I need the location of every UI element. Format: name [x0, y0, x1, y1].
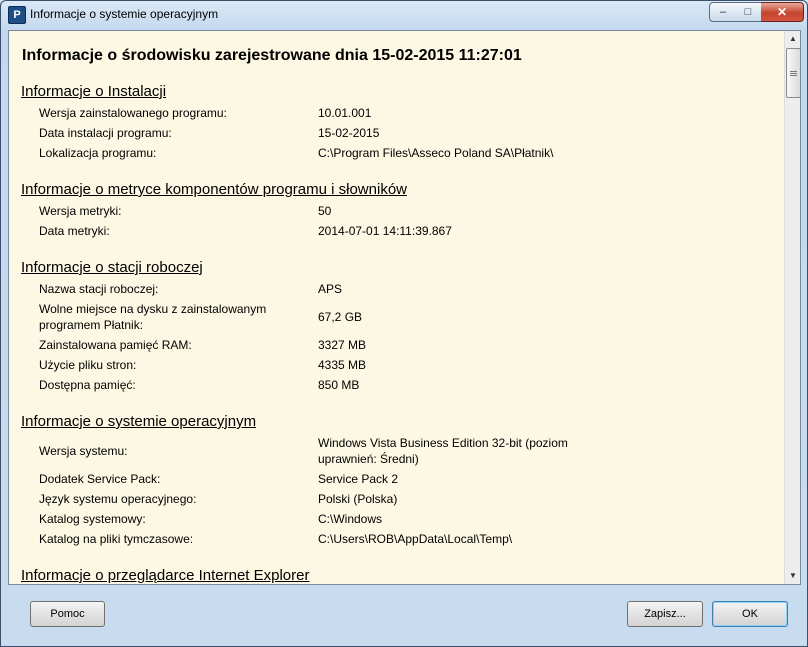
row-label: Zainstalowana pamięć RAM:: [39, 338, 192, 352]
row-value: Service Pack 2: [318, 472, 399, 486]
row-value: 10.01.001: [318, 106, 372, 120]
row-label: Data instalacji programu:: [39, 126, 172, 140]
section-header-metric: Informacje o metryce komponentów program…: [21, 181, 407, 198]
section-header-workstation: Informacje o stacji roboczej: [21, 259, 203, 276]
row-value: 3327 MB: [318, 338, 367, 352]
title-bar[interactable]: P Informacje o systemie operacyjnym – □ …: [1, 1, 807, 29]
row-value: Windows Vista Business Edition 32-bit (p…: [318, 436, 568, 466]
row-label: Wersja metryki:: [39, 204, 122, 218]
section-header-ie: Informacje o przeglądarce Internet Explo…: [21, 567, 310, 584]
row-value: Polski (Polska): [318, 492, 398, 506]
row-value: 2014-07-01 14:11:39.867: [318, 224, 452, 238]
ok-button[interactable]: OK: [712, 601, 788, 627]
row-label: Język systemu operacyjnego:: [39, 492, 197, 506]
row-label: Dostępna pamięć:: [39, 378, 136, 392]
save-button[interactable]: Zapisz...: [627, 601, 703, 627]
scroll-thumb[interactable]: [786, 48, 800, 98]
row-label: Wersja systemu:: [39, 444, 128, 458]
scroll-up-arrow-icon[interactable]: ▲: [785, 31, 800, 47]
page-title: Informacje o środowisku zarejestrowane d…: [22, 47, 522, 64]
window-title: Informacje o systemie operacyjnym: [30, 7, 219, 21]
row-value: C:\Users\ROB\AppData\Local\Temp\: [318, 532, 513, 546]
row-label: Użycie pliku stron:: [39, 358, 137, 372]
row-value: 15-02-2015: [318, 126, 380, 140]
info-panel: Informacje o środowisku zarejestrowane d…: [8, 30, 801, 585]
app-icon: P: [8, 6, 26, 24]
row-value: 850 MB: [318, 378, 360, 392]
row-label: Lokalizacja programu:: [39, 146, 157, 160]
row-label: Katalog na pliki tymczasowe:: [39, 532, 194, 546]
row-label: Nazwa stacji roboczej:: [39, 282, 159, 296]
minimize-button[interactable]: –: [709, 2, 737, 22]
help-button[interactable]: Pomoc: [30, 601, 105, 627]
row-value: C:\Program Files\Asseco Poland SA\Płatni…: [318, 146, 554, 160]
row-label: Wolne miejsce na dysku z zainstalowanym …: [39, 302, 267, 332]
row-value: 50: [318, 204, 332, 218]
close-button[interactable]: ✕: [761, 2, 804, 22]
row-value: C:\Windows: [318, 512, 383, 526]
row-value: 67,2 GB: [318, 310, 363, 324]
row-label: Dodatek Service Pack:: [39, 472, 161, 486]
row-value: 4335 MB: [318, 358, 367, 372]
section-header-installation: Informacje o Instalacji: [21, 83, 167, 100]
scroll-down-arrow-icon[interactable]: ▼: [785, 568, 800, 584]
vertical-scrollbar[interactable]: ▲ ▼: [784, 31, 800, 584]
row-value: APS: [318, 282, 343, 296]
row-label: Katalog systemowy:: [39, 512, 146, 526]
row-label: Data metryki:: [39, 224, 110, 238]
dialog-window: P Informacje o systemie operacyjnym – □ …: [0, 0, 808, 647]
row-label: Wersja zainstalowanego programu:: [39, 106, 227, 120]
info-content: Informacje o środowisku zarejestrowane d…: [9, 31, 782, 584]
maximize-button[interactable]: □: [735, 2, 762, 22]
section-header-os: Informacje o systemie operacyjnym: [21, 413, 257, 430]
